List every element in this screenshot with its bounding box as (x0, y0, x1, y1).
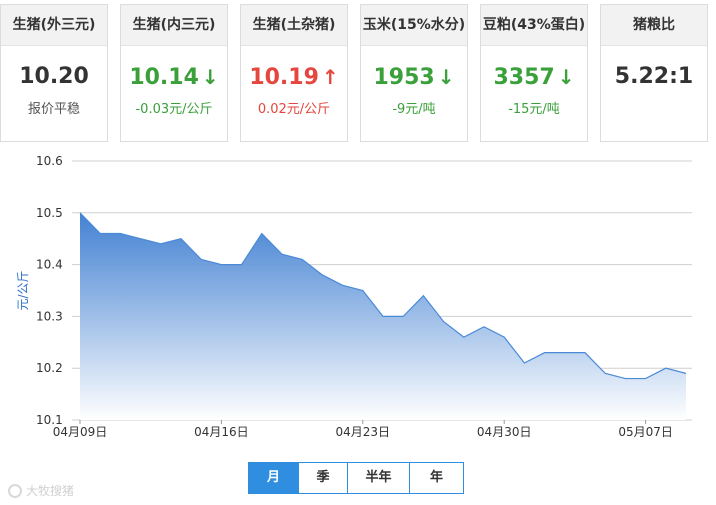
y-axis-label: 元/公斤 (16, 270, 30, 310)
tab-half-year[interactable]: 半年 (347, 463, 409, 493)
data-point[interactable] (563, 351, 567, 355)
data-point[interactable] (240, 263, 244, 267)
data-point[interactable] (664, 366, 668, 370)
data-point[interactable] (583, 351, 587, 355)
arrow-down-icon: ↓ (201, 65, 219, 89)
data-point[interactable] (361, 289, 365, 293)
y-tick-label: 10.6 (36, 154, 63, 168)
x-tick-label: 04月09日 (53, 425, 108, 439)
card-value: 3357 ↓ (481, 62, 587, 92)
card-pig-internal[interactable]: 生猪(内三元) 10.14 ↓ -0.03元/公斤 (120, 4, 228, 142)
data-point[interactable] (280, 252, 284, 256)
data-point[interactable] (603, 371, 607, 375)
data-point[interactable] (623, 377, 627, 381)
data-point[interactable] (118, 232, 122, 236)
data-point[interactable] (98, 232, 102, 236)
data-point[interactable] (320, 273, 324, 277)
card-title: 玉米(15%水分) (361, 5, 467, 46)
price-value: 10.20 (19, 64, 89, 89)
card-value: 10.19 ↑ (241, 62, 347, 92)
card-title: 生猪(土杂猪) (241, 5, 347, 46)
y-tick-label: 10.4 (36, 258, 63, 272)
tab-quarter[interactable]: 季 (298, 463, 347, 493)
y-axis-ticks: 10.610.510.410.310.210.1 (36, 154, 63, 427)
data-point[interactable] (401, 314, 405, 318)
arrow-down-icon: ↓ (557, 65, 575, 89)
data-point[interactable] (543, 351, 547, 355)
data-point[interactable] (260, 232, 264, 236)
data-point[interactable] (381, 314, 385, 318)
card-change: -9元/吨 (392, 102, 436, 117)
price-value: 5.22:1 (614, 64, 694, 89)
x-tick-label: 04月23日 (336, 425, 391, 439)
card-title: 生猪(外三元) (1, 5, 107, 46)
tab-year[interactable]: 年 (409, 463, 463, 493)
y-tick-label: 10.3 (36, 309, 63, 323)
data-point[interactable] (199, 257, 203, 261)
data-point[interactable] (159, 242, 163, 246)
watermark: 大牧搜猪 (8, 482, 74, 499)
card-value: 1953 ↓ (361, 62, 467, 92)
data-point[interactable] (179, 237, 183, 241)
tab-month[interactable]: 月 (249, 463, 298, 493)
data-point[interactable] (78, 211, 82, 215)
card-pig-local[interactable]: 生猪(土杂猪) 10.19 ↑ 0.02元/公斤 (240, 4, 348, 142)
price-value: 1953 (373, 65, 435, 90)
price-value: 3357 (493, 65, 555, 90)
card-change: -15元/吨 (508, 102, 560, 117)
data-point[interactable] (219, 263, 223, 267)
y-tick-label: 10.2 (36, 361, 63, 375)
data-point[interactable] (684, 371, 688, 375)
card-change: 报价平稳 (27, 102, 80, 117)
price-value: 10.14 (129, 65, 199, 90)
card-title: 豆粕(43%蛋白) (481, 5, 587, 46)
data-point[interactable] (139, 237, 143, 241)
card-value: 10.14 ↓ (121, 62, 227, 92)
arrow-down-icon: ↓ (437, 65, 455, 89)
data-point[interactable] (522, 361, 526, 365)
range-tabs: 月 季 半年 年 (248, 462, 464, 494)
card-value: 10.20 (1, 62, 107, 92)
price-chart-svg: 10.610.510.410.310.210.1 04月09日 04月16日 04月… (16, 154, 692, 439)
data-point[interactable] (502, 335, 506, 339)
card-corn[interactable]: 玉米(15%水分) 1953 ↓ -9元/吨 (360, 4, 468, 142)
card-change: 0.02元/公斤 (257, 102, 331, 117)
x-tick-label: 04月30日 (477, 425, 532, 439)
card-title: 猪粮比 (601, 5, 707, 46)
data-point[interactable] (644, 377, 648, 381)
card-pig-external[interactable]: 生猪(外三元) 10.20 报价平稳 (0, 4, 108, 142)
data-point[interactable] (482, 325, 486, 329)
card-pig-grain-ratio[interactable]: 猪粮比 5.22:1 (600, 4, 708, 142)
x-tick-label: 05月07日 (618, 425, 673, 439)
card-title: 生猪(内三元) (121, 5, 227, 46)
x-axis-ticks: 04月09日 04月16日 04月23日 04月30日 05月07日 (53, 420, 673, 439)
data-point[interactable] (341, 283, 345, 287)
watermark-text: 大牧搜猪 (26, 484, 75, 498)
area-layer (78, 211, 688, 420)
data-point[interactable] (421, 294, 425, 298)
data-point[interactable] (300, 257, 304, 261)
price-value: 10.19 (249, 65, 319, 90)
watermark-logo-icon (8, 483, 22, 498)
x-tick-label: 04月16日 (194, 425, 249, 439)
data-point[interactable] (442, 320, 446, 324)
price-chart: 10.6 10.5 10.4 10.3 10.2 10.1 04月09日 04月16日 04月… (0, 150, 716, 498)
card-value: 5.22:1 (601, 62, 707, 92)
arrow-up-icon: ↑ (321, 65, 339, 89)
card-change: -0.03元/公斤 (135, 102, 213, 117)
data-point[interactable] (462, 335, 466, 339)
card-soymeal[interactable]: 豆粕(43%蛋白) 3357 ↓ -15元/吨 (480, 4, 588, 142)
price-cards: 生猪(外三元) 10.20 报价平稳 生猪(内三元) 10.14 ↓ -0.03元… (0, 0, 716, 150)
y-tick-label: 10.5 (36, 206, 63, 220)
